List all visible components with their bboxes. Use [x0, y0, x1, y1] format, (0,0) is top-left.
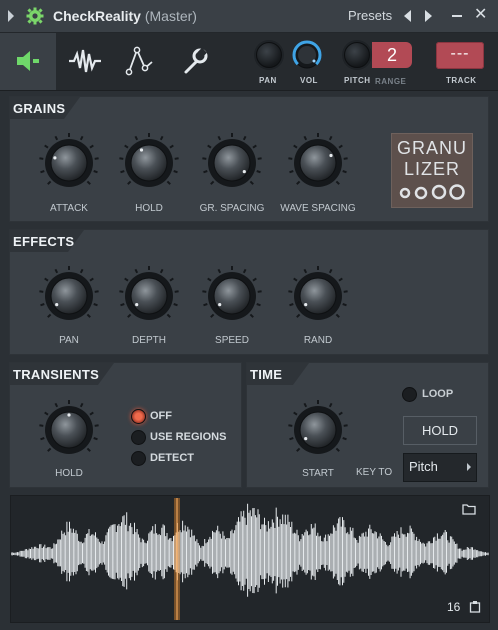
pitch-knob[interactable] [344, 42, 370, 68]
logo-text-line1: GRANU [396, 138, 467, 158]
detect-label: DETECT [150, 452, 194, 464]
key-to-label: KEY TO [356, 467, 393, 478]
tab-sample[interactable] [57, 33, 113, 90]
knob-graphic [202, 133, 262, 187]
presets-button[interactable]: Presets [348, 8, 392, 23]
range-label: RANGE [375, 77, 407, 86]
hold-knob[interactable] [117, 131, 181, 195]
knob-graphic [119, 133, 179, 187]
pitch-range-value: 2 [386, 45, 397, 65]
pitch-label: PITCH [344, 76, 371, 85]
grains-header-notch [64, 97, 80, 119]
effect-pan-knob[interactable] [37, 264, 101, 328]
minimize-icon[interactable] [452, 15, 462, 17]
speed-knob[interactable] [200, 264, 264, 328]
attack-knob[interactable] [37, 131, 101, 195]
waveform-graphic [10, 498, 489, 620]
next-preset-icon[interactable] [425, 10, 432, 22]
wave-spacing-knob[interactable] [286, 131, 350, 195]
transients-off-label: OFF [150, 410, 172, 422]
mixer-track-value: --- [450, 45, 470, 62]
speed-label: SPEED [215, 335, 249, 346]
time-title: TIME [250, 367, 283, 382]
rand-label: RAND [303, 335, 333, 346]
waveform-path [10, 503, 489, 597]
knob-graphic [119, 266, 179, 320]
envelope-icon [125, 46, 153, 76]
wave-spacing-label: WAVE SPACING [280, 203, 356, 214]
knob-graphic [202, 266, 262, 320]
speaker-icon [17, 51, 39, 71]
waveform-icon [69, 49, 101, 73]
knob-graphic [39, 400, 99, 454]
knob-graphic [39, 266, 99, 320]
use-regions-radio[interactable] [131, 430, 146, 445]
waveform-display[interactable] [10, 495, 490, 623]
playhead-line [176, 498, 178, 620]
title-bar: CheckReality (Master) Presets ✕ [0, 0, 498, 33]
knob-graphic [288, 266, 348, 320]
channel-toolbar [0, 33, 498, 91]
window-title: CheckReality (Master) [53, 8, 197, 24]
transients-off-radio[interactable] [131, 409, 146, 424]
knob-graphic [288, 400, 348, 454]
effects-title: EFFECTS [13, 234, 75, 249]
depth-knob[interactable] [117, 264, 181, 328]
folder-icon[interactable] [462, 503, 476, 515]
tab-settings[interactable] [169, 33, 225, 90]
granulizer-logo: GRANU LIZER [391, 133, 473, 208]
wrench-icon [184, 47, 208, 74]
clipboard-icon[interactable] [469, 600, 481, 613]
loop-radio[interactable] [402, 387, 417, 402]
chevron-right-icon [467, 463, 471, 471]
rand-knob[interactable] [286, 264, 350, 328]
use-regions-label: USE REGIONS [150, 431, 227, 443]
grains-title: GRAINS [13, 101, 66, 116]
transient-hold-knob[interactable] [37, 398, 101, 462]
grain-circles-icon [399, 184, 465, 200]
pan-label: PAN [259, 76, 277, 85]
menu-arrow-icon[interactable] [8, 10, 14, 22]
plugin-gear-icon[interactable] [26, 7, 44, 25]
transient-hold-label: HOLD [55, 468, 83, 479]
previous-preset-icon[interactable] [404, 10, 411, 22]
logo-text-line2: LIZER [403, 159, 460, 179]
tab-envelope[interactable] [113, 33, 169, 90]
knob-graphic [39, 133, 99, 187]
grain-spacing-knob[interactable] [200, 131, 264, 195]
track-label: TRACK [446, 76, 477, 85]
time-header-notch [293, 363, 309, 385]
detect-radio[interactable] [131, 451, 146, 466]
knob-graphic [288, 133, 348, 187]
loop-label: LOOP [422, 388, 454, 400]
volume-label: VOL [300, 76, 318, 85]
close-icon[interactable]: ✕ [474, 6, 487, 24]
pan-knob[interactable] [256, 42, 282, 68]
waveform-count: 16 [447, 600, 461, 614]
transients-header-notch [98, 363, 114, 385]
start-label: START [302, 468, 334, 479]
hold-button-label: HOLD [421, 423, 459, 438]
plugin-name: CheckReality [53, 8, 141, 24]
tab-miscellaneous[interactable] [0, 33, 56, 90]
grain-spacing-label: GR. SPACING [199, 203, 265, 214]
mixer-target: (Master) [144, 8, 197, 24]
key-to-value: Pitch [409, 459, 438, 474]
volume-knob[interactable] [291, 39, 323, 71]
start-knob[interactable] [286, 398, 350, 462]
transients-title: TRANSIENTS [13, 367, 100, 382]
